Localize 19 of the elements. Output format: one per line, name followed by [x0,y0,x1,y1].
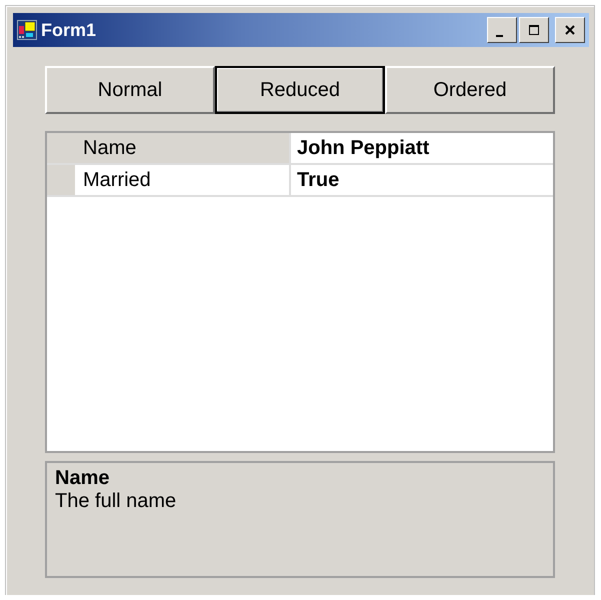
row-header [47,133,75,163]
property-name[interactable]: Married [75,165,291,195]
property-value[interactable]: True [291,165,553,195]
maximize-button[interactable] [519,17,549,43]
view-button[interactable]: Reduced [215,66,385,114]
app-icon [17,20,37,40]
minimize-button[interactable] [487,17,517,43]
window-title: Form1 [41,20,96,40]
minimize-icon [496,35,502,37]
view-button[interactable]: Ordered [385,66,555,114]
description-title: Name [55,467,110,490]
property-name[interactable]: Name [75,133,291,163]
close-button[interactable] [555,17,585,43]
row-header [47,165,75,195]
view-button[interactable]: Normal [45,66,215,114]
maximize-icon [528,24,540,36]
description-text: The full name [55,490,176,513]
close-icon [564,24,576,36]
property-value[interactable]: John Peppiatt [291,133,553,163]
